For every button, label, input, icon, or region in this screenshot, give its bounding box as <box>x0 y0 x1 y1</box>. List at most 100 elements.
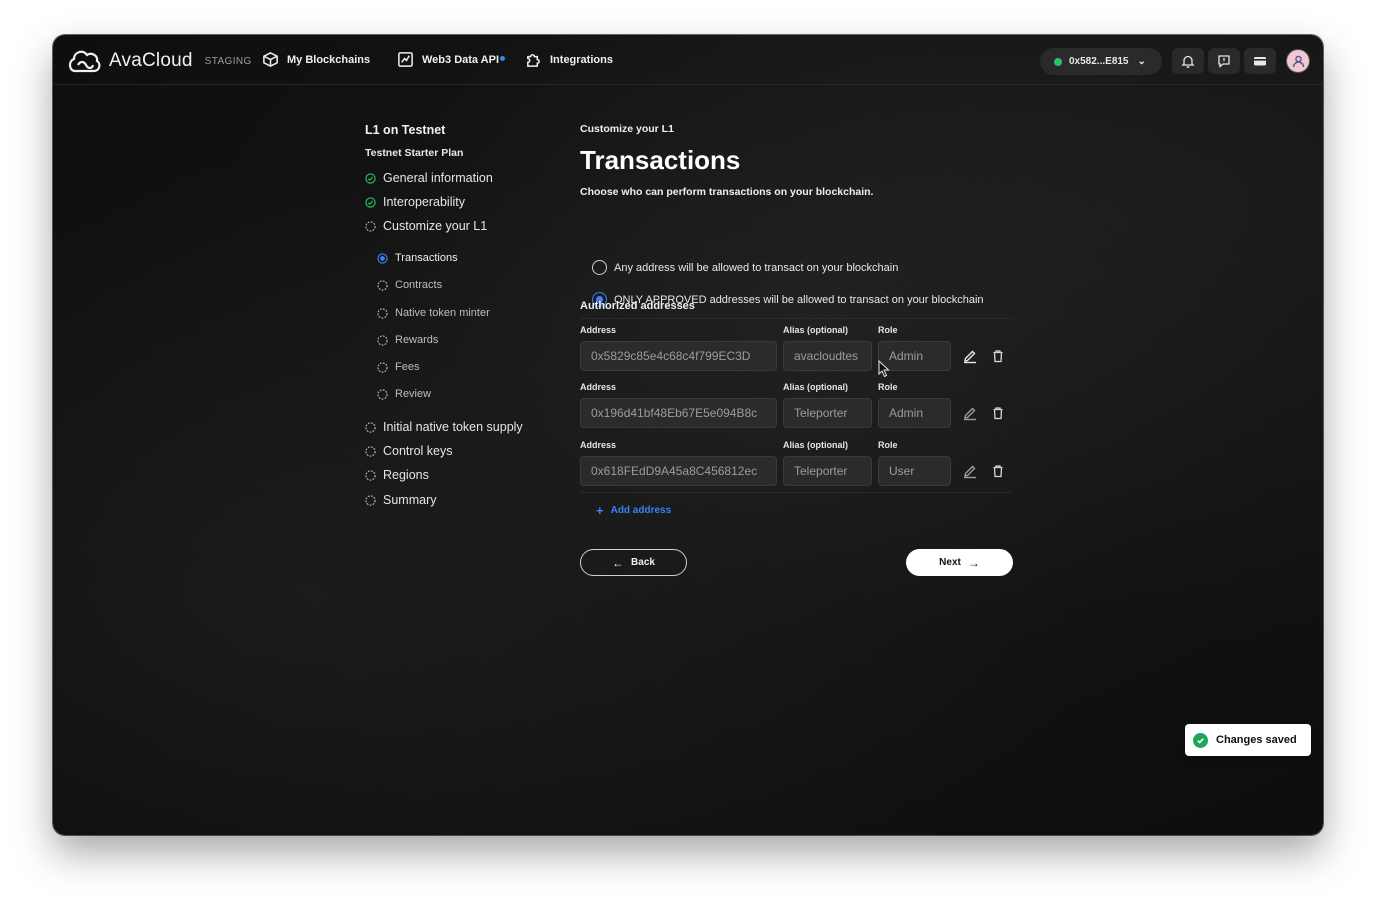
wallet-selector[interactable]: 0x582...E815 ⌄ <box>1040 48 1162 75</box>
arrow-left-icon: ← <box>612 555 625 570</box>
app-name: AvaCloud <box>109 50 193 71</box>
trash-icon <box>993 407 1003 420</box>
alias-label: Alias (optional) <box>783 325 848 335</box>
active-radio-icon <box>377 252 388 264</box>
substep-label: Native token minter <box>395 307 490 319</box>
substep-rewards[interactable]: Rewards <box>377 334 438 346</box>
substep-fees[interactable]: Fees <box>377 361 419 373</box>
dashed-circle-icon <box>377 361 388 373</box>
trash-icon <box>993 465 1003 478</box>
delete-button[interactable] <box>990 463 1006 479</box>
nav-label: My Blockchains <box>287 53 371 66</box>
progress-sidebar: L1 on Testnet Testnet Starter Plan Gener… <box>365 123 565 507</box>
alias-field[interactable]: Teleporter <box>783 456 872 486</box>
role-label: Role <box>878 325 898 335</box>
back-label: Back <box>631 557 655 568</box>
address-field[interactable]: 0x618FEdD9A45a8C456812ec <box>580 456 777 486</box>
page-title: Transactions <box>580 145 741 175</box>
step-general-information[interactable]: General information <box>365 171 493 185</box>
bell-icon <box>1181 55 1195 68</box>
message-alert-icon <box>1218 55 1230 68</box>
step-label: Summary <box>383 493 437 507</box>
pencil-icon <box>964 465 976 479</box>
dashed-circle-icon <box>377 334 388 346</box>
address-field[interactable]: 0x196d41bf48Eb67E5e094B8c <box>580 398 777 428</box>
billing-button[interactable] <box>1244 48 1276 74</box>
arrow-right-icon: → <box>967 555 980 570</box>
next-button[interactable]: Next → <box>906 549 1013 576</box>
check-icon <box>1193 732 1208 748</box>
step-label: General information <box>383 171 493 185</box>
role-field[interactable]: Admin <box>878 398 951 428</box>
step-label: Interoperability <box>383 195 465 209</box>
divider <box>580 318 1012 319</box>
dashed-circle-icon <box>365 469 376 481</box>
step-label: Customize your L1 <box>383 219 488 233</box>
changes-saved-toast: Changes saved <box>1185 724 1311 756</box>
radio-button[interactable] <box>592 260 607 275</box>
edit-button[interactable] <box>962 348 978 364</box>
step-summary[interactable]: Summary <box>365 493 436 507</box>
alias-field[interactable]: Teleporter <box>783 398 872 428</box>
delete-button[interactable] <box>990 405 1006 421</box>
step-interoperability[interactable]: Interoperability <box>365 195 465 209</box>
env-badge: STAGING <box>204 55 252 67</box>
logo[interactable]: AvaCloud STAGING <box>66 47 252 75</box>
new-indicator-dot <box>500 55 506 61</box>
edit-button[interactable] <box>962 405 978 421</box>
alias-field[interactable]: avacloudtes <box>783 341 872 371</box>
step-label: Control keys <box>383 444 453 458</box>
cloud-logo-icon <box>68 50 101 73</box>
substep-label: Transactions <box>395 252 458 264</box>
back-button[interactable]: ← Back <box>580 549 687 576</box>
credit-card-icon <box>1254 57 1266 66</box>
dashed-circle-icon <box>365 421 376 433</box>
role-field[interactable]: User <box>878 456 951 486</box>
add-address-button[interactable]: + Add address <box>596 503 671 518</box>
chart-icon <box>398 52 413 67</box>
substep-transactions[interactable]: Transactions <box>377 252 458 264</box>
user-icon <box>1292 55 1304 67</box>
address-label: Address <box>580 382 617 392</box>
address-field[interactable]: 0x5829c85e4c68c4f799EC3D <box>580 341 777 371</box>
cube-icon <box>263 52 278 67</box>
chevron-down-icon: ⌄ <box>1137 56 1146 67</box>
step-customize-your-l1[interactable]: Customize your L1 <box>365 219 487 233</box>
substep-label: Contracts <box>395 279 443 291</box>
nav-my-blockchains[interactable]: My Blockchains <box>262 51 370 68</box>
sidebar-title: L1 on Testnet <box>365 123 446 137</box>
address-label: Address <box>580 325 617 335</box>
dashed-circle-icon <box>365 220 376 232</box>
step-regions[interactable]: Regions <box>365 468 429 482</box>
step-control-keys[interactable]: Control keys <box>365 444 452 458</box>
puzzle-icon <box>527 54 540 67</box>
page-description: Choose who can perform transactions on y… <box>580 186 874 198</box>
dashed-circle-icon <box>377 388 388 400</box>
plus-icon: + <box>596 503 604 518</box>
section-eyebrow: Customize your L1 <box>580 123 674 135</box>
nav-label: Web3 Data API <box>422 54 506 66</box>
step-initial-native-token-supply[interactable]: Initial native token supply <box>365 420 523 434</box>
nav-integrations[interactable]: Integrations <box>525 51 613 68</box>
pencil-icon <box>964 407 976 421</box>
alias-label: Alias (optional) <box>783 440 848 450</box>
role-label: Role <box>878 382 898 392</box>
delete-button[interactable] <box>990 348 1006 364</box>
user-avatar[interactable] <box>1286 49 1310 73</box>
substep-label: Review <box>395 388 432 400</box>
substep-label: Fees <box>395 361 420 373</box>
plan-name: Testnet Starter Plan <box>365 147 464 159</box>
main-content: Customize your L1 Transactions Choose wh… <box>580 123 1013 576</box>
substep-native-token-minter[interactable]: Native token minter <box>377 307 490 319</box>
option-any-address[interactable]: Any address will be allowed to transact … <box>592 260 898 275</box>
alias-label: Alias (optional) <box>783 382 848 392</box>
dashed-circle-icon <box>365 445 376 457</box>
nav-web3-data-api[interactable]: Web3 Data API <box>397 51 506 68</box>
divider <box>580 492 1012 493</box>
notifications-button[interactable] <box>1172 48 1204 74</box>
substep-review[interactable]: Review <box>377 388 431 400</box>
substep-contracts[interactable]: Contracts <box>377 279 442 291</box>
dashed-circle-icon <box>365 494 376 506</box>
edit-button[interactable] <box>962 463 978 479</box>
feedback-button[interactable] <box>1208 48 1240 74</box>
